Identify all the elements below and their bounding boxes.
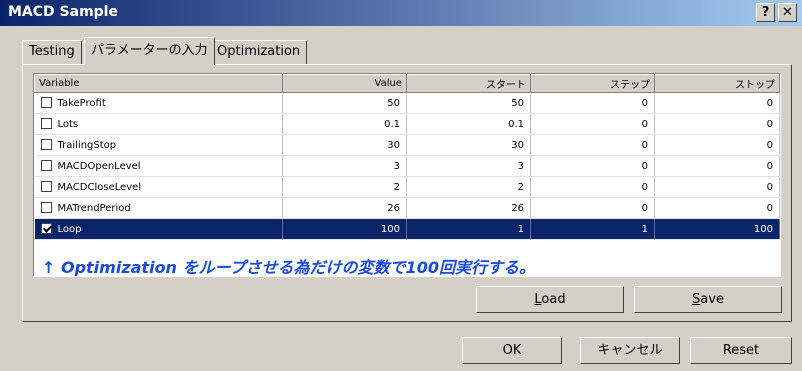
close-icon: ✕ bbox=[782, 5, 793, 20]
row-checkbox[interactable] bbox=[40, 139, 52, 150]
window-title: MACD Sample bbox=[8, 4, 118, 20]
table-row[interactable]: Lots 0.1 0.1 0 0 bbox=[34, 113, 780, 135]
column-header-step[interactable]: ステップ bbox=[530, 74, 655, 93]
cancel-button[interactable]: キャンセル bbox=[580, 337, 680, 364]
table-header: Variable Value スタート ステップ ストップ bbox=[34, 74, 780, 93]
variable-name: TakeProfit bbox=[57, 98, 106, 109]
row-checkbox[interactable] bbox=[40, 181, 52, 192]
value-cell[interactable]: 26 bbox=[282, 197, 407, 219]
variable-name: TrailingStop bbox=[57, 140, 117, 151]
stop-cell[interactable]: 0 bbox=[654, 155, 780, 177]
column-header-value[interactable]: Value bbox=[282, 74, 407, 93]
start-cell[interactable]: 1 bbox=[406, 218, 531, 240]
row-checkbox[interactable] bbox=[40, 202, 52, 213]
start-cell[interactable]: 0.1 bbox=[406, 113, 531, 135]
value-cell[interactable]: 100 bbox=[282, 218, 407, 240]
value-cell[interactable]: 30 bbox=[282, 134, 407, 156]
step-cell[interactable]: 0 bbox=[530, 92, 655, 114]
ok-button[interactable]: OK bbox=[462, 337, 562, 364]
step-cell[interactable]: 0 bbox=[530, 197, 655, 219]
row-checkbox-checked[interactable] bbox=[40, 223, 52, 234]
table-row[interactable]: MACDOpenLevel 3 3 0 0 bbox=[34, 155, 780, 177]
variable-name: Lots bbox=[57, 119, 79, 130]
value-cell[interactable]: 3 bbox=[282, 155, 407, 177]
save-label: ave bbox=[700, 292, 724, 307]
column-header-variable[interactable]: Variable bbox=[34, 74, 283, 93]
table-row[interactable]: MACDCloseLevel 2 2 0 0 bbox=[34, 176, 780, 198]
tab-testing[interactable]: Testing bbox=[22, 40, 82, 64]
step-cell[interactable]: 0 bbox=[530, 134, 655, 156]
start-cell[interactable]: 2 bbox=[406, 176, 531, 198]
value-cell[interactable]: 2 bbox=[282, 176, 407, 198]
stop-cell[interactable]: 0 bbox=[654, 92, 780, 114]
variable-name: Loop bbox=[57, 224, 82, 235]
close-button[interactable]: ✕ bbox=[778, 3, 797, 22]
start-cell[interactable]: 3 bbox=[406, 155, 531, 177]
stop-cell[interactable]: 0 bbox=[654, 176, 780, 198]
step-cell[interactable]: 0 bbox=[530, 176, 655, 198]
tab-optimization[interactable]: Optimization bbox=[210, 40, 308, 64]
stop-cell[interactable]: 0 bbox=[654, 113, 780, 135]
parameters-panel: Variable Value スタート ステップ ストップ TakeProfit… bbox=[22, 64, 792, 322]
variable-name: MATrendPeriod bbox=[57, 203, 131, 214]
stop-cell[interactable]: 0 bbox=[654, 134, 780, 156]
row-checkbox[interactable] bbox=[40, 118, 52, 129]
variable-name: MACDCloseLevel bbox=[57, 182, 142, 193]
load-button[interactable]: Load bbox=[476, 286, 624, 313]
help-button[interactable]: ? bbox=[756, 3, 775, 22]
parameters-table: Variable Value スタート ステップ ストップ TakeProfit… bbox=[33, 73, 781, 277]
tab-parameters[interactable]: パラメーターの入力 bbox=[84, 37, 215, 65]
step-cell[interactable]: 0 bbox=[530, 155, 655, 177]
row-checkbox[interactable] bbox=[40, 160, 52, 171]
row-checkbox[interactable] bbox=[40, 97, 52, 108]
variable-name: MACDOpenLevel bbox=[57, 161, 141, 172]
table-row[interactable]: TakeProfit 50 50 0 0 bbox=[34, 92, 780, 114]
table-row[interactable]: MATrendPeriod 26 26 0 0 bbox=[34, 197, 780, 219]
value-cell[interactable]: 0.1 bbox=[282, 113, 407, 135]
reset-button[interactable]: Reset bbox=[690, 337, 792, 364]
table-row-selected[interactable]: Loop 100 1 1 100 bbox=[34, 218, 780, 240]
column-header-stop[interactable]: ストップ bbox=[654, 74, 780, 93]
value-cell[interactable]: 50 bbox=[282, 92, 407, 114]
stop-cell[interactable]: 0 bbox=[654, 197, 780, 219]
title-bar[interactable]: MACD Sample ? ✕ bbox=[0, 0, 802, 26]
step-cell[interactable]: 0 bbox=[530, 113, 655, 135]
step-cell[interactable]: 1 bbox=[530, 218, 655, 240]
dialog-window: MACD Sample ? ✕ Testing パラメーターの入力 Optimi… bbox=[0, 0, 802, 371]
column-header-start[interactable]: スタート bbox=[406, 74, 531, 93]
save-button[interactable]: Save bbox=[634, 286, 782, 313]
start-cell[interactable]: 50 bbox=[406, 92, 531, 114]
annotation-text: ↑ Optimization をループさせる為だけの変数で100回実行する。 bbox=[42, 258, 535, 277]
load-label: oad bbox=[541, 292, 566, 307]
table-row[interactable]: TrailingStop 30 30 0 0 bbox=[34, 134, 780, 156]
start-cell[interactable]: 26 bbox=[406, 197, 531, 219]
stop-cell[interactable]: 100 bbox=[654, 218, 780, 240]
start-cell[interactable]: 30 bbox=[406, 134, 531, 156]
